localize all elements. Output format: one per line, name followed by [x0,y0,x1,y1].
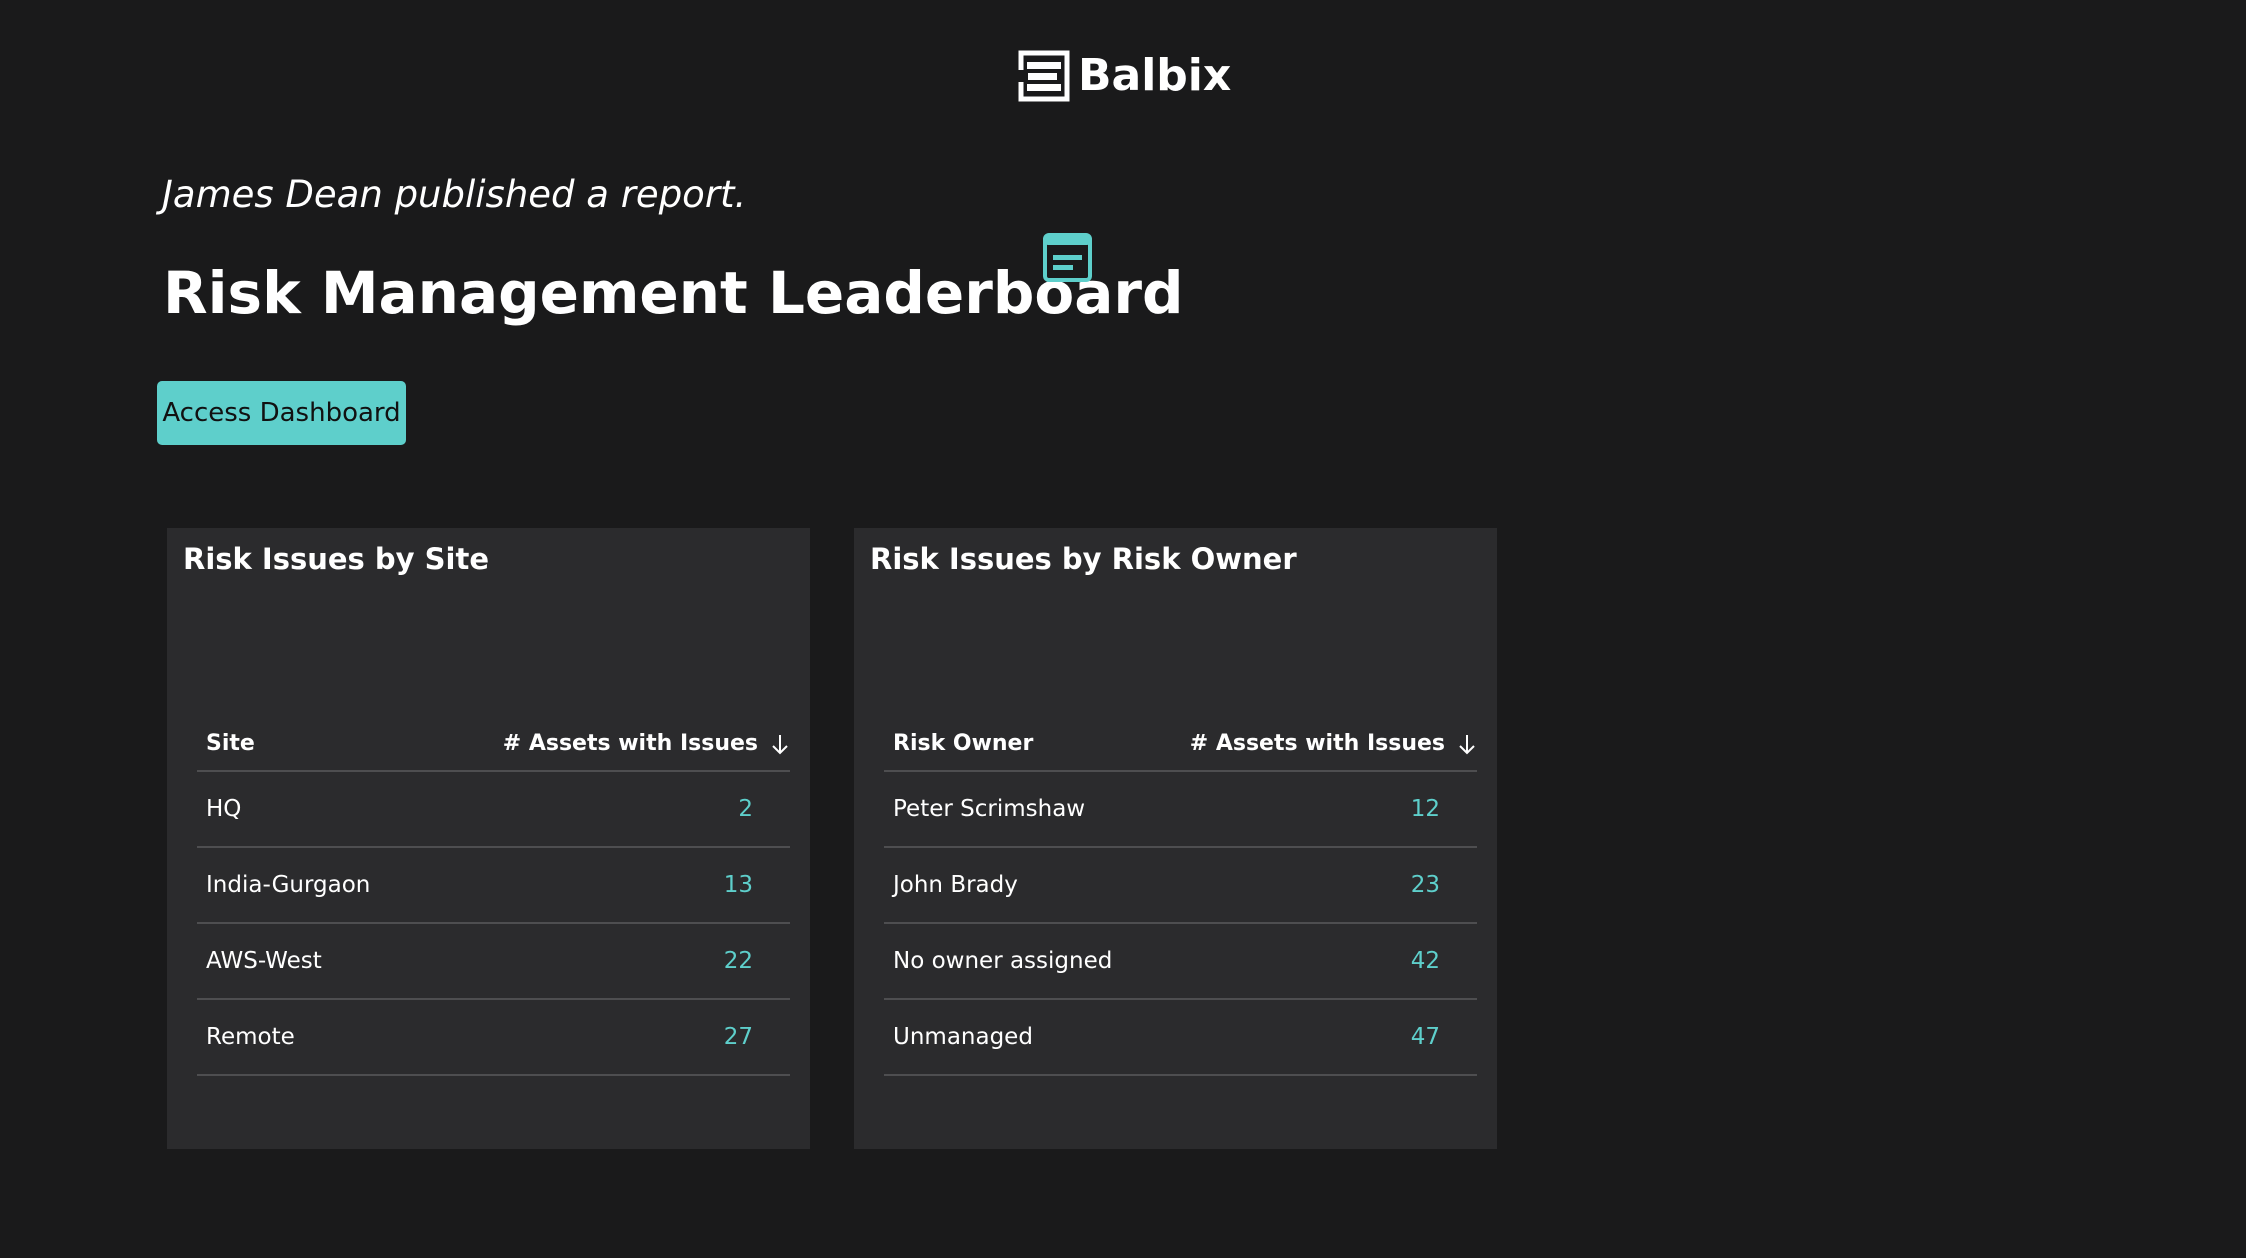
column-header-site[interactable]: Site [206,718,255,770]
table-row: Peter Scrimshaw 12 [884,772,1477,848]
column-header-assets[interactable]: # Assets with Issues [503,718,790,770]
owner-table: Risk Owner # Assets with Issues Peter Sc… [884,718,1477,1076]
asset-count[interactable]: 27 [724,1000,753,1074]
column-header-risk-owner[interactable]: Risk Owner [893,718,1033,770]
report-email-page: Balbix James Dean published a report. Ri… [0,0,2246,1258]
owner-name: John Brady [893,872,1018,898]
page-title: Risk Management Leaderboard [163,259,1184,327]
asset-count[interactable]: 23 [1411,848,1440,922]
report-icon [1043,233,1092,282]
site-name: AWS-West [206,948,322,974]
asset-count[interactable]: 2 [738,772,753,846]
site-table: Site # Assets with Issues HQ 2 India-Gur… [197,718,790,1076]
asset-count[interactable]: 12 [1411,772,1440,846]
table-row: Unmanaged 47 [884,1000,1477,1076]
owner-name: Peter Scrimshaw [893,796,1086,822]
site-name: India-Gurgaon [206,872,371,898]
asset-count[interactable]: 13 [724,848,753,922]
table-header: Risk Owner # Assets with Issues [884,718,1477,772]
table-row: John Brady 23 [884,848,1477,924]
table-row: AWS-West 22 [197,924,790,1000]
site-name: Remote [206,1024,295,1050]
site-name: HQ [206,796,242,822]
asset-count[interactable]: 42 [1411,924,1440,998]
access-dashboard-button[interactable]: Access Dashboard [157,381,406,445]
arrow-down-icon[interactable] [770,732,790,756]
owner-name: Unmanaged [893,1024,1033,1050]
asset-count[interactable]: 47 [1411,1000,1440,1074]
asset-count[interactable]: 22 [724,924,753,998]
brand-name: Balbix [1078,50,1232,101]
column-header-label: # Assets with Issues [1189,731,1445,756]
balbix-logo-icon [1018,50,1070,102]
published-message: James Dean published a report. [162,173,747,216]
table-row: No owner assigned 42 [884,924,1477,1000]
risk-by-owner-panel: Risk Issues by Risk Owner Risk Owner # A… [854,528,1497,1149]
owner-name: No owner assigned [893,948,1113,974]
panel-title: Risk Issues by Site [183,542,490,576]
arrow-down-icon[interactable] [1457,732,1477,756]
panel-title: Risk Issues by Risk Owner [870,542,1297,576]
risk-by-site-panel: Risk Issues by Site Site # Assets with I… [167,528,810,1149]
table-header: Site # Assets with Issues [197,718,790,772]
table-row: HQ 2 [197,772,790,848]
column-header-assets[interactable]: # Assets with Issues [1190,718,1477,770]
table-row: India-Gurgaon 13 [197,848,790,924]
column-header-label: # Assets with Issues [502,731,758,756]
balbix-logo: Balbix [1018,50,1231,102]
table-row: Remote 27 [197,1000,790,1076]
